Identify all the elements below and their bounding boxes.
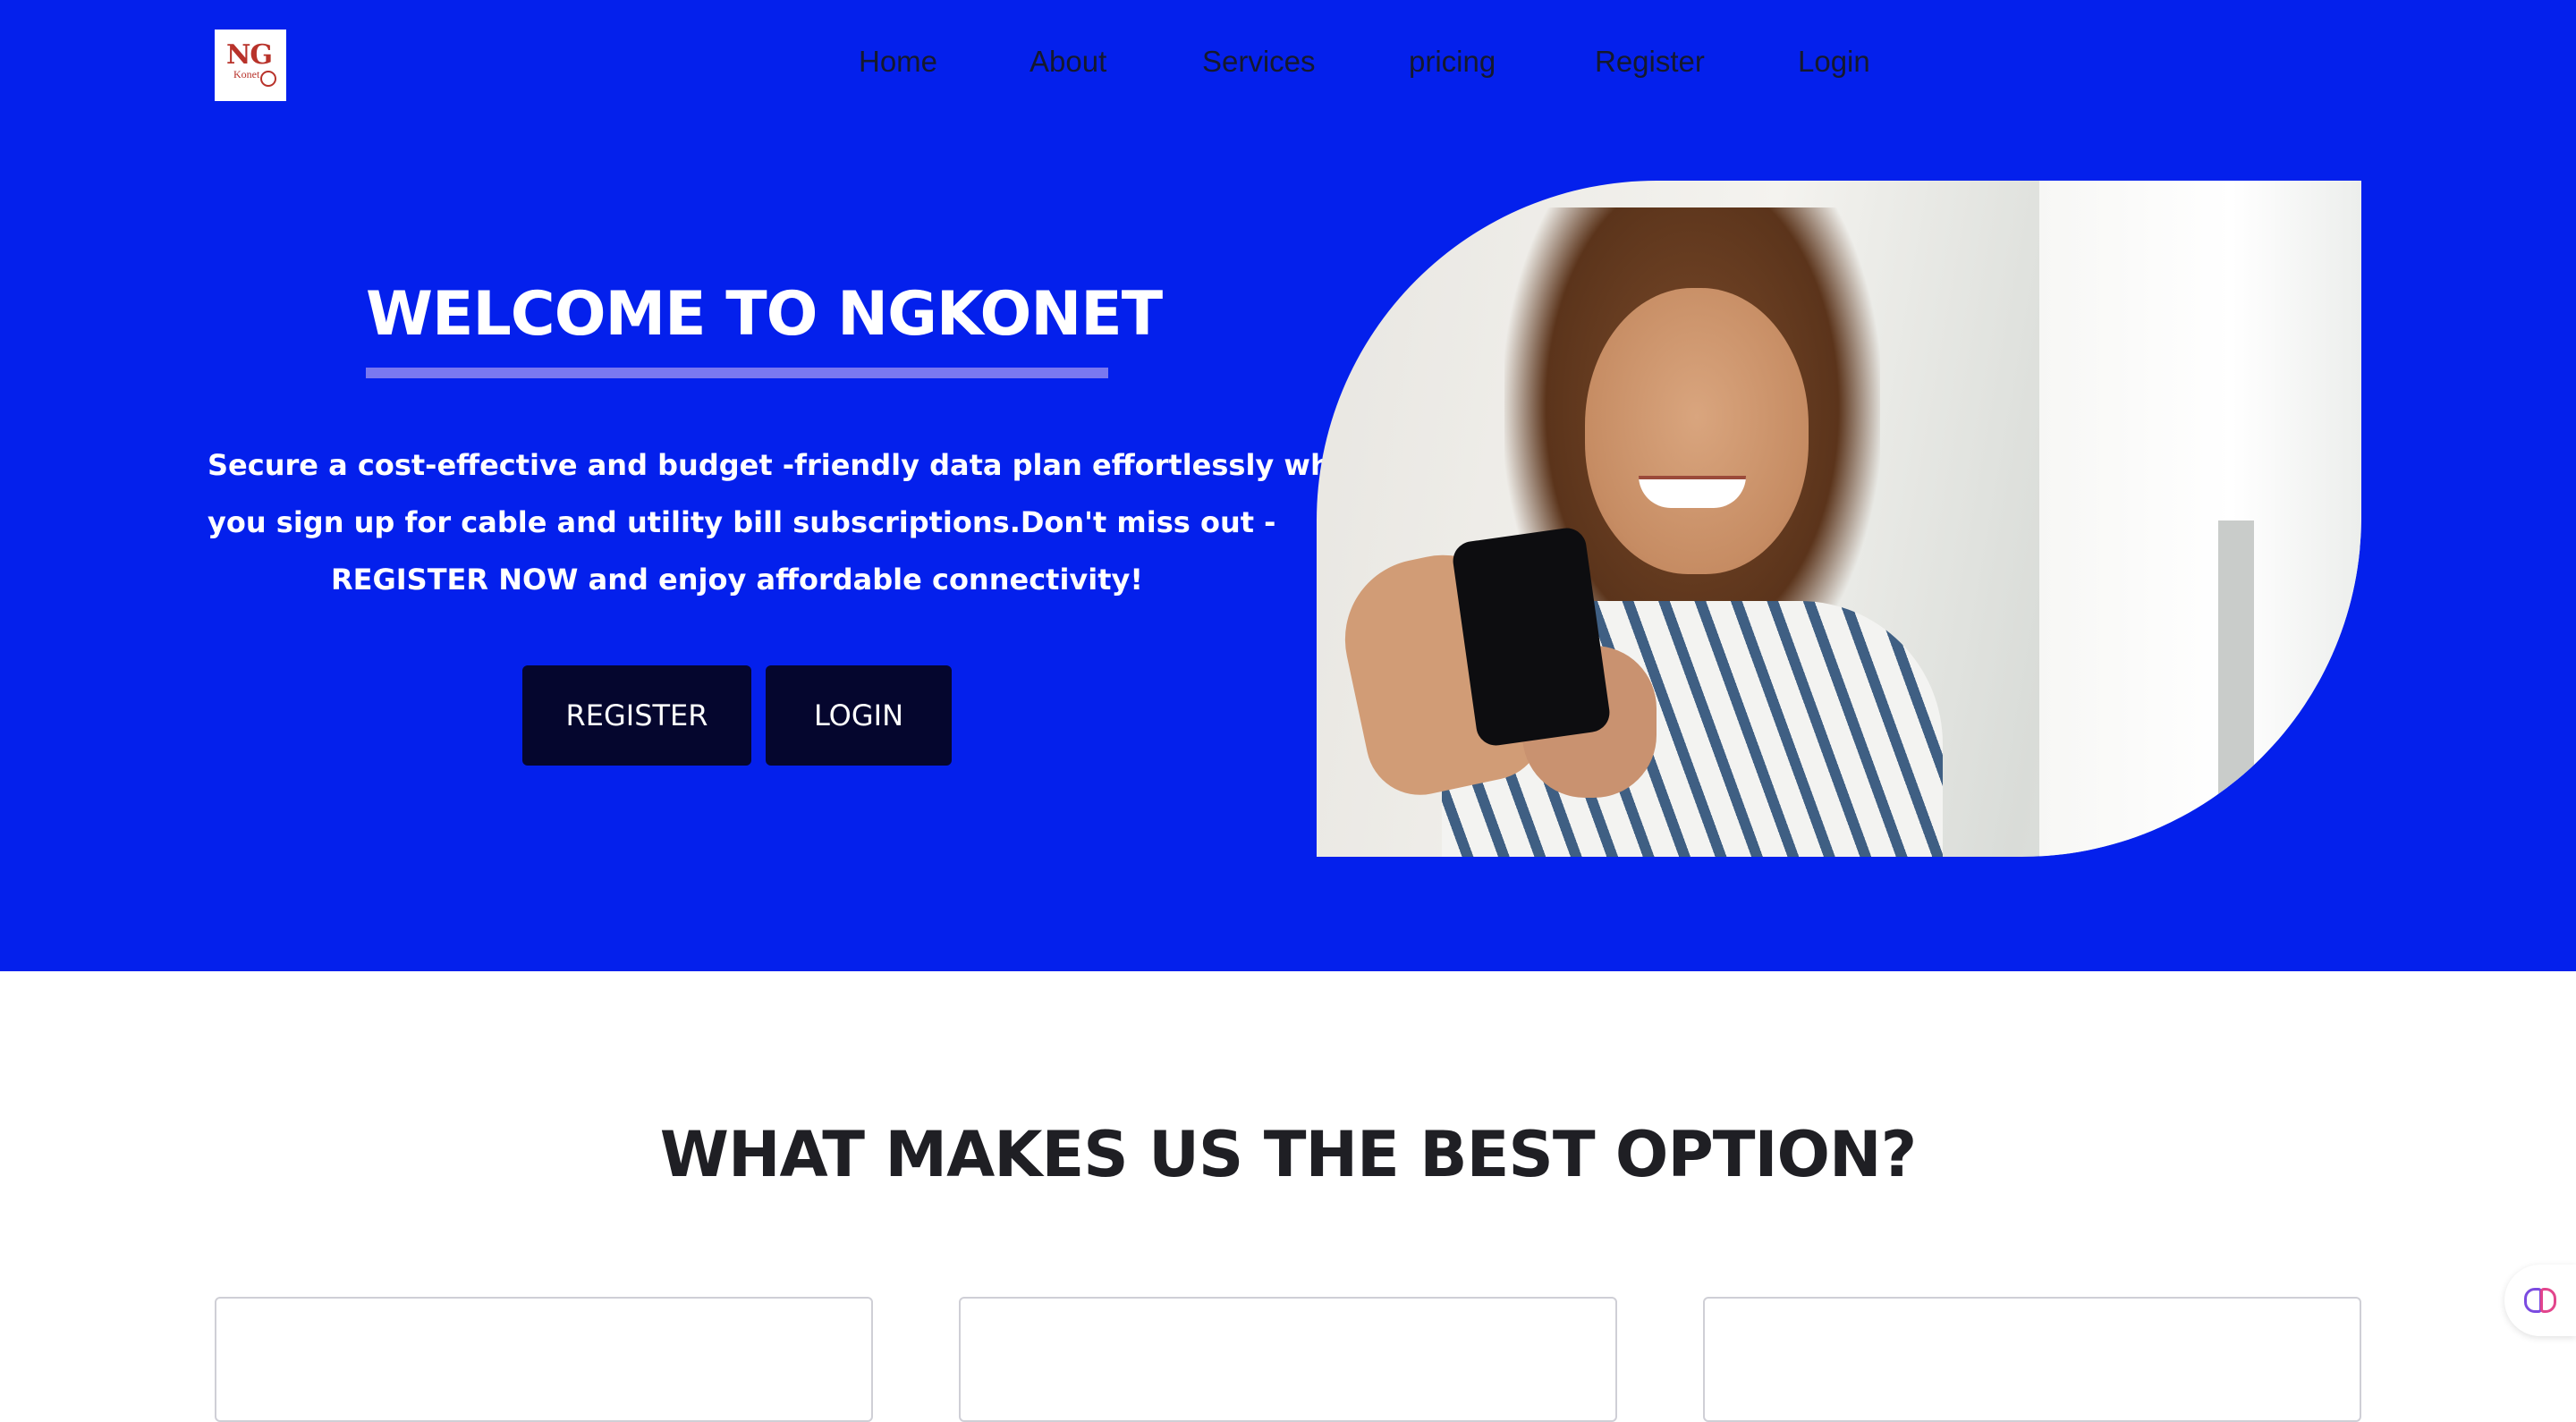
hero-image-woman-with-phone bbox=[1317, 181, 2361, 857]
hero-title-underline bbox=[366, 368, 1108, 378]
hero-description-line-2: you sign up for cable and utility bill s… bbox=[208, 505, 1276, 539]
nav-link-pricing[interactable]: pricing bbox=[1409, 45, 1496, 79]
hero-description-line-1: Secure a cost-effective and budget -frie… bbox=[208, 448, 1371, 482]
nav-link-login[interactable]: Login bbox=[1798, 45, 1870, 79]
hero-image-face bbox=[1585, 288, 1809, 574]
nav-link-about[interactable]: About bbox=[1030, 45, 1106, 79]
register-button[interactable]: REGISTER bbox=[522, 665, 751, 766]
hero-section: NG Konet Home About Services pricing Reg… bbox=[0, 0, 2576, 971]
nav-link-services[interactable]: Services bbox=[1202, 45, 1316, 79]
hero-image-window-frame bbox=[2218, 521, 2254, 857]
feature-card bbox=[215, 1297, 873, 1422]
hero-image-window bbox=[2039, 181, 2361, 857]
nav-link-home[interactable]: Home bbox=[859, 45, 937, 79]
nav-link-register[interactable]: Register bbox=[1595, 45, 1705, 79]
hero-image-phone bbox=[1450, 525, 1613, 749]
hero-description: Secure a cost-effective and budget -frie… bbox=[208, 436, 1371, 608]
feature-card bbox=[1703, 1297, 2361, 1422]
brain-icon bbox=[2522, 1284, 2558, 1316]
hero-image-smile bbox=[1639, 476, 1746, 508]
section-title: WHAT MAKES US THE BEST OPTION? bbox=[659, 1118, 1918, 1191]
hero-title: WELCOME TO NGKONET bbox=[366, 279, 1163, 350]
assistant-widget-button[interactable] bbox=[2504, 1265, 2576, 1336]
main-nav: Home About Services pricing Register Log… bbox=[0, 45, 2576, 88]
feature-card bbox=[959, 1297, 1617, 1422]
hero-description-line-3: REGISTER NOW and enjoy affordable connec… bbox=[331, 563, 1143, 597]
login-button[interactable]: LOGIN bbox=[766, 665, 952, 766]
